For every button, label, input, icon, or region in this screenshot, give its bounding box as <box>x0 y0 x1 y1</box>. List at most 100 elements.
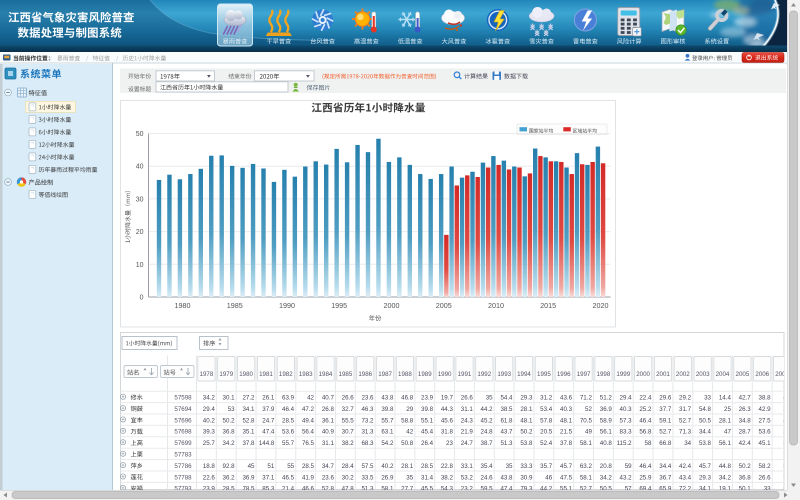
svg-text:43.4: 43.4 <box>679 474 692 481</box>
svg-text:53.4: 53.4 <box>540 406 553 413</box>
svg-text:26.1: 26.1 <box>262 395 275 402</box>
svg-text:50: 50 <box>136 131 144 138</box>
svg-text:63.9: 63.9 <box>282 395 295 402</box>
svg-text:45.7: 45.7 <box>699 463 712 470</box>
svg-text:1987: 1987 <box>378 371 392 378</box>
svg-text:2002: 2002 <box>676 371 690 378</box>
svg-text:59: 59 <box>625 463 632 470</box>
svg-text:29.3: 29.3 <box>699 474 712 481</box>
svg-text:63.2: 63.2 <box>580 463 593 470</box>
svg-text:20.8: 20.8 <box>600 463 613 470</box>
svg-text:1992: 1992 <box>477 371 491 378</box>
svg-text:43.2: 43.2 <box>620 474 633 481</box>
svg-text:22.4: 22.4 <box>639 395 652 402</box>
svg-text:57.3: 57.3 <box>620 417 633 424</box>
svg-text:31.1: 31.1 <box>461 406 474 413</box>
svg-text:42: 42 <box>307 395 314 402</box>
svg-text:34.1: 34.1 <box>242 406 255 413</box>
svg-text:26.6: 26.6 <box>461 395 474 402</box>
svg-text:34: 34 <box>684 440 691 447</box>
svg-text:1995: 1995 <box>331 301 347 310</box>
svg-text:1994: 1994 <box>517 371 531 378</box>
svg-text:45.2: 45.2 <box>481 417 494 424</box>
svg-text:52.7: 52.7 <box>679 417 692 424</box>
svg-text:28.1: 28.1 <box>719 417 732 424</box>
svg-text:56.4: 56.4 <box>302 429 315 436</box>
svg-text:26.6: 26.6 <box>759 474 772 481</box>
svg-text:33.5: 33.5 <box>361 474 374 481</box>
svg-text:51.2: 51.2 <box>600 395 613 402</box>
svg-text:2015: 2015 <box>540 301 556 310</box>
svg-text:34.2: 34.2 <box>223 440 236 447</box>
svg-text:57.5: 57.5 <box>361 463 374 470</box>
svg-text:38.8: 38.8 <box>759 395 772 402</box>
svg-text:40.3: 40.3 <box>560 406 573 413</box>
svg-text:2005: 2005 <box>436 301 452 310</box>
svg-text:33.1: 33.1 <box>461 463 474 470</box>
svg-text:1985: 1985 <box>339 371 353 378</box>
svg-text:44.8: 44.8 <box>719 463 732 470</box>
svg-text:25: 25 <box>724 406 731 413</box>
svg-text:58.1: 58.1 <box>580 440 593 447</box>
svg-text:27.2: 27.2 <box>242 395 255 402</box>
svg-text:40.3: 40.3 <box>620 406 633 413</box>
svg-text:31.3: 31.3 <box>361 429 374 436</box>
svg-text:63.1: 63.1 <box>381 429 394 436</box>
svg-text:52: 52 <box>585 406 592 413</box>
svg-text:1980: 1980 <box>239 371 253 378</box>
svg-text:53.2: 53.2 <box>461 474 474 481</box>
svg-text:25.9: 25.9 <box>639 474 652 481</box>
svg-text:43.7: 43.7 <box>500 429 513 436</box>
svg-text:36.8: 36.8 <box>223 429 236 436</box>
svg-text:54.2: 54.2 <box>381 440 394 447</box>
svg-text:50.2: 50.2 <box>739 463 752 470</box>
svg-text:57783: 57783 <box>174 452 192 459</box>
svg-text:76.5: 76.5 <box>302 440 315 447</box>
svg-text:71.2: 71.2 <box>580 395 593 402</box>
svg-text:56.1: 56.1 <box>719 440 732 447</box>
svg-text:31.1: 31.1 <box>322 440 335 447</box>
svg-text:37.9: 37.9 <box>262 406 275 413</box>
svg-text:34.4: 34.4 <box>699 429 712 436</box>
svg-text:55.7: 55.7 <box>381 417 394 424</box>
svg-text:1990: 1990 <box>438 371 452 378</box>
svg-text:55.1: 55.1 <box>421 417 434 424</box>
svg-text:34.2: 34.2 <box>600 474 613 481</box>
svg-text:57.8: 57.8 <box>540 417 553 424</box>
svg-text:1979: 1979 <box>219 371 233 378</box>
svg-text:73.2: 73.2 <box>361 417 374 424</box>
svg-text:23.6: 23.6 <box>361 395 374 402</box>
svg-text:40.2: 40.2 <box>381 463 394 470</box>
svg-text:1984: 1984 <box>319 371 333 378</box>
svg-text:45.6: 45.6 <box>441 417 454 424</box>
svg-text:52.8: 52.8 <box>242 417 255 424</box>
svg-text:2006: 2006 <box>755 371 769 378</box>
svg-text:37.1: 37.1 <box>262 474 275 481</box>
svg-text:35.1: 35.1 <box>242 429 255 436</box>
svg-text:23.6: 23.6 <box>322 474 335 481</box>
svg-text:19.7: 19.7 <box>441 395 454 402</box>
svg-text:26.3: 26.3 <box>739 406 752 413</box>
svg-text:1986: 1986 <box>358 371 372 378</box>
svg-text:66.8: 66.8 <box>659 440 672 447</box>
svg-text:58: 58 <box>645 440 652 447</box>
svg-text:10: 10 <box>136 262 144 269</box>
svg-text:50.2: 50.2 <box>223 417 236 424</box>
svg-text:57696: 57696 <box>174 417 192 424</box>
svg-text:49.4: 49.4 <box>302 417 315 424</box>
svg-text:41.9: 41.9 <box>302 474 315 481</box>
svg-text:29.2: 29.2 <box>679 395 692 402</box>
svg-text:1988: 1988 <box>398 371 412 378</box>
svg-text:45: 45 <box>248 463 255 470</box>
svg-text:53.8: 53.8 <box>520 440 533 447</box>
svg-text:22.6: 22.6 <box>203 474 216 481</box>
svg-text:28.5: 28.5 <box>421 463 434 470</box>
svg-text:23: 23 <box>446 440 453 447</box>
svg-text:1997: 1997 <box>577 371 591 378</box>
svg-text:57694: 57694 <box>174 406 192 413</box>
svg-text:33: 33 <box>704 395 711 402</box>
svg-text:36.8: 36.8 <box>739 474 752 481</box>
svg-text:2000: 2000 <box>384 301 400 310</box>
svg-text:35.4: 35.4 <box>481 463 494 470</box>
svg-text:47.4: 47.4 <box>262 429 275 436</box>
